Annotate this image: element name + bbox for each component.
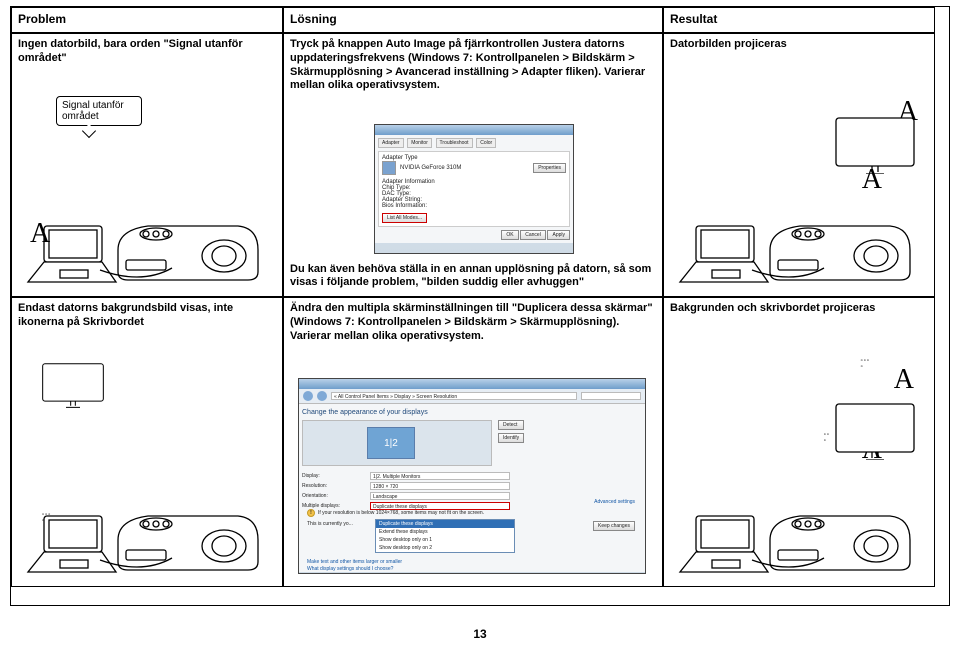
tab-troubleshoot[interactable]: Troubleshoot: [436, 138, 473, 148]
orientation-select[interactable]: Landscape: [370, 492, 510, 500]
identify-button[interactable]: Identify: [498, 433, 524, 443]
cable-icon: [674, 440, 914, 580]
row2-problem-text: Endast datorns bakgrundsbild visas, inte…: [18, 302, 276, 330]
row1-losning-cell: Tryck på knappen Auto Image på fjärrkont…: [283, 33, 663, 297]
text-size-link[interactable]: Make text and other items larger or smal…: [307, 559, 402, 565]
signal-callout-tail: [82, 124, 96, 138]
row2-losning-cell: Ändra den multipla skärminställningen ti…: [283, 297, 663, 587]
signal-callout: Signal utanför området: [56, 96, 142, 126]
col-header-losning: Lösning: [283, 7, 663, 33]
search-input[interactable]: [581, 392, 641, 400]
row1-resultat-cell: Datorbilden projiceras A A: [663, 33, 935, 297]
multi-option-duplicate[interactable]: Duplicate these displays: [376, 520, 514, 528]
warning-icon: !: [307, 509, 315, 517]
row2-problem-cell: Endast datorns bakgrundsbild visas, inte…: [11, 297, 283, 587]
apply-button[interactable]: Apply: [547, 230, 570, 240]
multi-option-extend[interactable]: Extend these displays: [376, 528, 514, 536]
row2-problem-scene: [22, 440, 262, 580]
multi-option-only2[interactable]: Show desktop only on 2: [376, 544, 514, 552]
cp-title: Change the appearance of your displays: [302, 409, 642, 416]
cable-icon: [22, 150, 262, 290]
multi-option-only1[interactable]: Show desktop only on 1: [376, 536, 514, 544]
properties-button[interactable]: Properties: [533, 163, 566, 173]
multi-dropdown[interactable]: Duplicate these displays Extend these di…: [375, 519, 515, 553]
win7-adapter-dialog: Adapter Monitor Troubleshoot Color Adapt…: [374, 124, 574, 254]
col-header-resultat: Resultat: [663, 7, 935, 33]
titlebar-icon: [299, 379, 645, 389]
detect-button[interactable]: Detect: [498, 420, 524, 430]
resolution-warning: If your resolution is below 1024×768, so…: [318, 510, 484, 516]
keep-changes-button[interactable]: Keep changes: [593, 521, 635, 531]
projection-screen-icon: [38, 360, 108, 408]
orientation-label: Orientation:: [302, 493, 370, 499]
win7-screen-resolution-window: « All Control Panel Items » Display » Sc…: [298, 378, 646, 574]
tab-adapter[interactable]: Adapter: [378, 138, 404, 148]
tab-monitor[interactable]: Monitor: [407, 138, 432, 148]
desktop-icons-dots: ▫▫▫ ▫: [861, 358, 870, 370]
monitor-icon: [382, 161, 396, 175]
letter-A: A: [30, 218, 50, 250]
row1-problem-cell: Ingen datorbild, bara orden "Signal utan…: [11, 33, 283, 297]
row2-losning-text: Ändra den multipla skärminställningen ti…: [290, 302, 656, 343]
troubleshooting-table: Problem Lösning Resultat Ingen datorbild…: [10, 6, 950, 606]
cable-icon: [22, 440, 262, 580]
letter-A: A: [894, 364, 914, 396]
col-header-problem: Problem: [11, 7, 283, 33]
resolution-label: Resolution:: [302, 483, 370, 489]
row1-losning-extra: Du kan även behöva ställa in en annan up…: [290, 263, 656, 291]
row1-resultat-scene: [674, 150, 914, 290]
row2-resultat-cell: Bakgrunden och skrivbordet projiceras ▫▫…: [663, 297, 935, 587]
back-icon[interactable]: [303, 391, 313, 401]
display-select[interactable]: 1|2. Multiple Monitors: [370, 472, 510, 480]
currently-text: This is currently yo...: [307, 521, 353, 527]
breadcrumb[interactable]: « All Control Panel Items » Display » Sc…: [331, 392, 577, 400]
forward-icon[interactable]: [317, 391, 327, 401]
bios-info-label: Bios Information:: [382, 203, 566, 209]
adapter-name: NVIDIA GeForce 310M: [400, 165, 461, 171]
row1-resultat-text: Datorbilden projiceras: [670, 38, 928, 52]
row1-losning-text: Tryck på knappen Auto Image på fjärrkont…: [290, 38, 656, 93]
display-label: Display:: [302, 473, 370, 479]
tab-color[interactable]: Color: [476, 138, 496, 148]
ok-button[interactable]: OK: [501, 230, 518, 240]
titlebar-icon: [375, 125, 573, 135]
row1-problem-scene: [22, 150, 262, 290]
advanced-settings-link[interactable]: Advanced settings: [594, 499, 635, 505]
resolution-select[interactable]: 1280 × 720: [370, 482, 510, 490]
projection-screen-icon: [830, 114, 920, 174]
projection-screen-icon: [830, 400, 920, 460]
cancel-button[interactable]: Cancel: [520, 230, 546, 240]
row2-resultat-scene: [674, 440, 914, 580]
row1-problem-text: Ingen datorbild, bara orden "Signal utan…: [18, 38, 276, 66]
row2-resultat-text: Bakgrunden och skrivbordet projiceras: [670, 302, 928, 316]
which-settings-link[interactable]: What display settings should I choose?: [307, 566, 393, 572]
list-all-modes-button[interactable]: List All Modes...: [382, 213, 427, 223]
monitor-preview: 1|2: [302, 420, 492, 466]
